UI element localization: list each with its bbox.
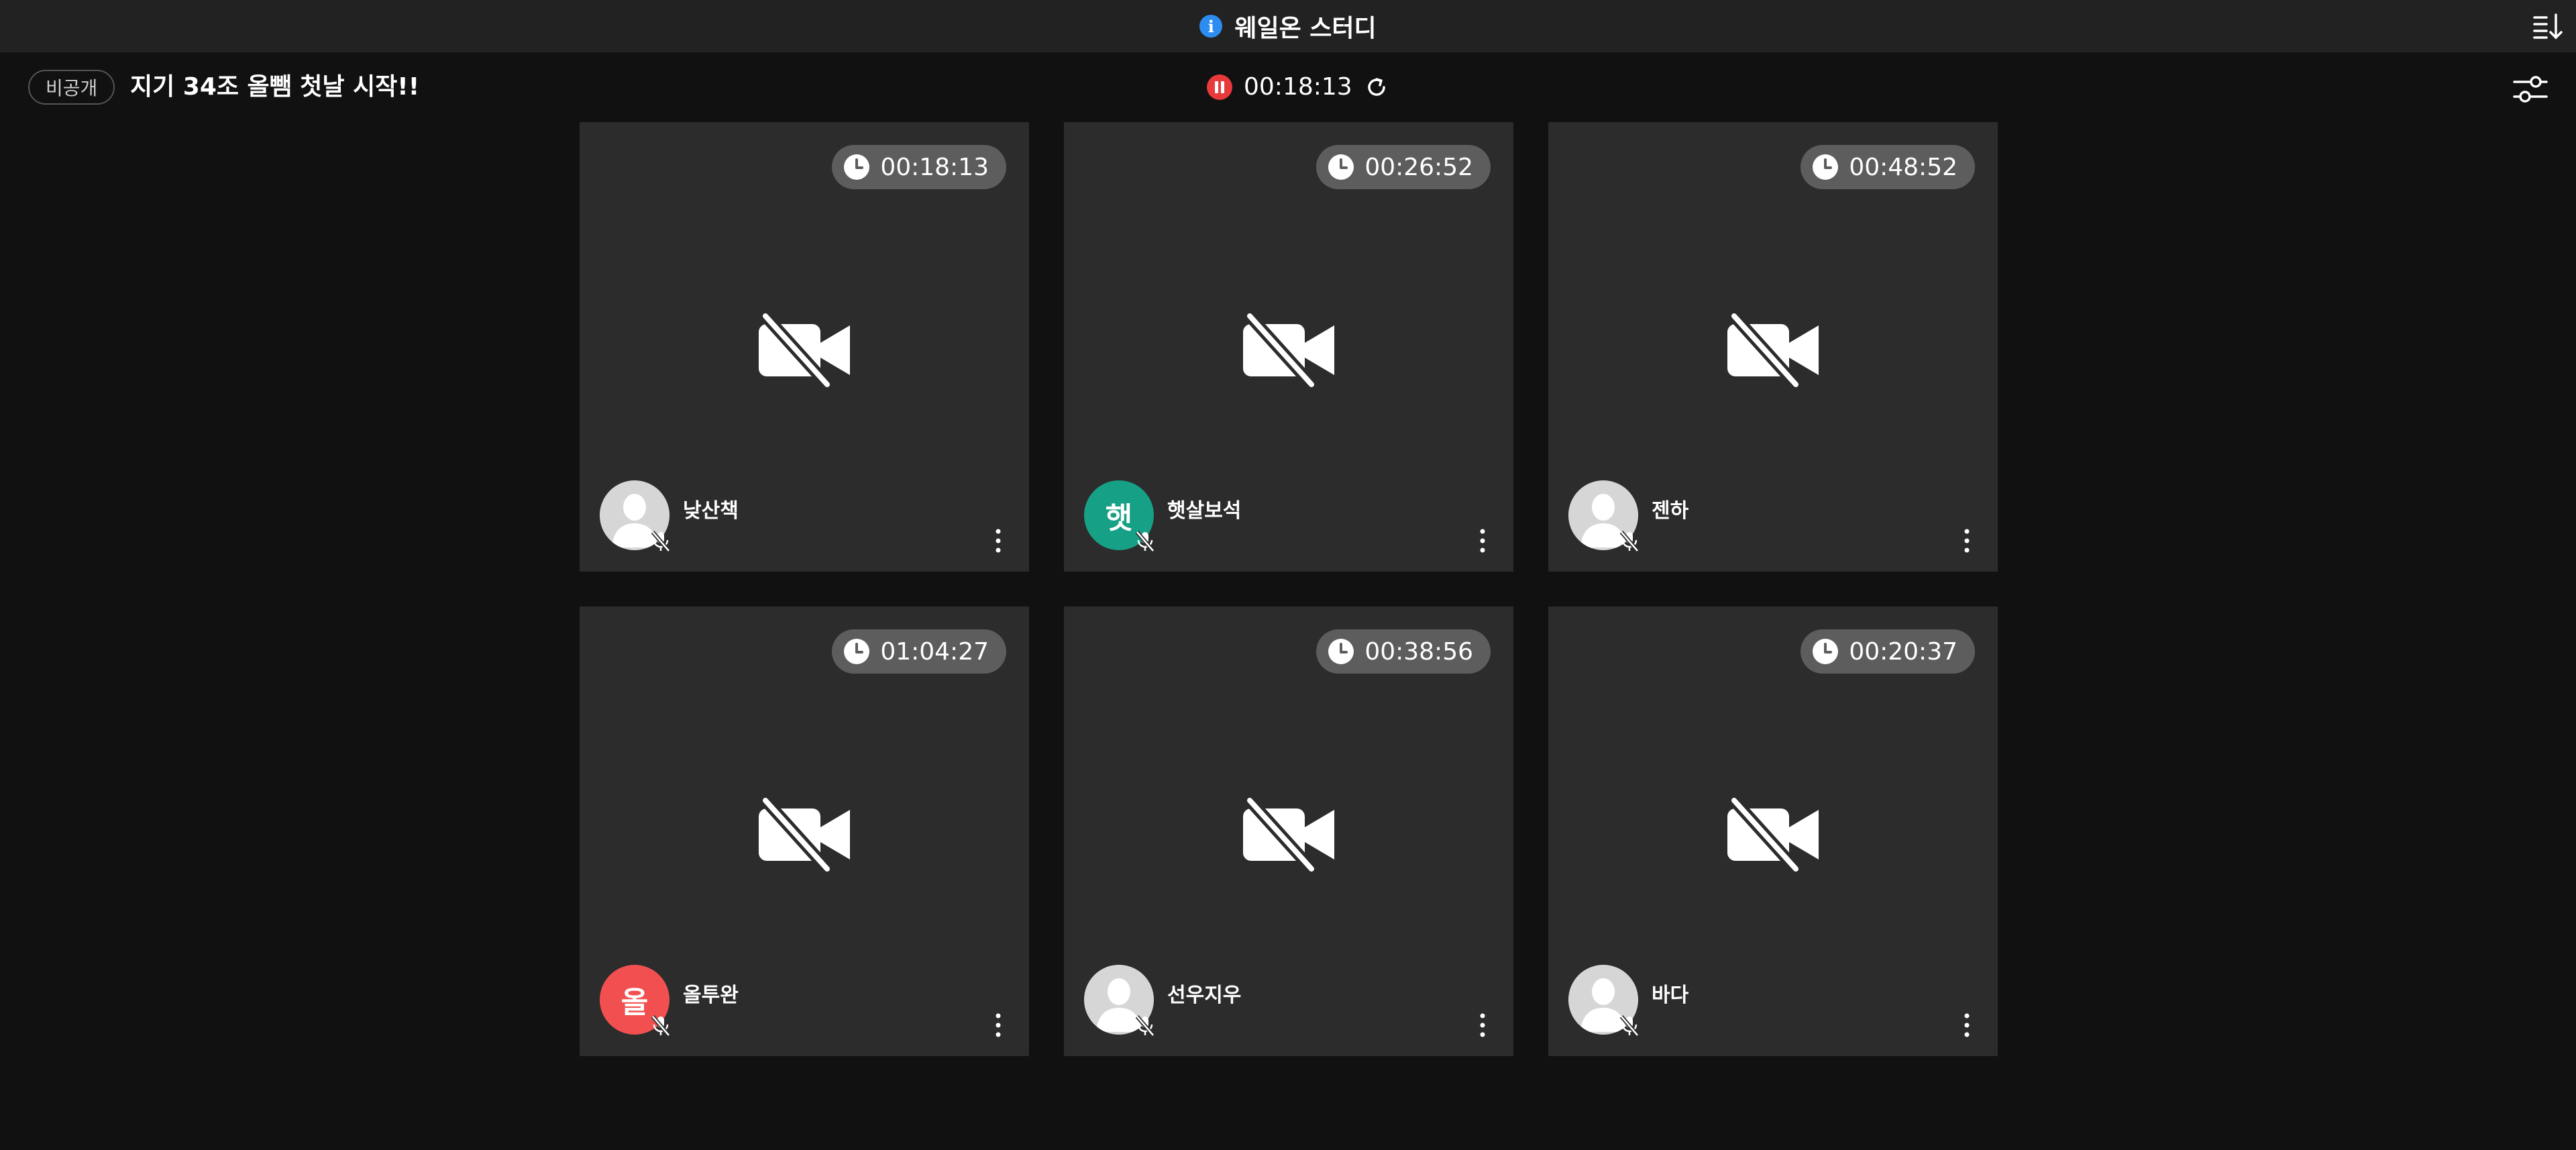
mic-off-icon [1619, 531, 1640, 552]
more-vertical-icon[interactable] [993, 527, 1004, 554]
sort-icon [2533, 13, 2563, 40]
participant-tile-5[interactable]: 00:38:56 선우지우 [1064, 607, 1513, 1056]
title-group: i 웨일온 스터디 [1199, 9, 1377, 44]
mic-off-icon [651, 1015, 671, 1037]
clock-icon [844, 154, 870, 180]
pause-icon[interactable] [1206, 74, 1233, 101]
study-time: 00:18:13 [880, 153, 989, 181]
camera-off-icon [1243, 798, 1334, 872]
clock-icon [1328, 639, 1354, 664]
participant-name: 낮산책 [683, 499, 739, 523]
refresh-icon[interactable] [1363, 74, 1390, 101]
more-vertical-icon[interactable] [1962, 527, 1972, 554]
more-vertical-icon[interactable] [1477, 1012, 1488, 1039]
mic-off-icon [1619, 1015, 1640, 1037]
room-bar: 비공개 지기 34조 올뺌 첫날 시작!! 00:18:13 [0, 52, 2576, 121]
clock-icon [1813, 639, 1839, 664]
participant-name: 올투완 [683, 984, 739, 1007]
study-time: 00:48:52 [1849, 153, 1957, 181]
participant-tile-4[interactable]: 01:04:27 올 올투완 [580, 607, 1029, 1056]
mic-off-icon [1135, 1015, 1155, 1037]
study-time: 00:20:37 [1849, 637, 1957, 666]
study-time-badge: 00:38:56 [1316, 629, 1491, 674]
study-time: 00:38:56 [1364, 637, 1473, 666]
study-time-badge: 00:20:37 [1801, 629, 1975, 674]
participant-tile-1[interactable]: 00:18:13 낮산책 [580, 122, 1029, 572]
more-vertical-icon[interactable] [1962, 1012, 1972, 1039]
participant-name: 선우지우 [1167, 984, 1242, 1007]
clock-icon [844, 639, 870, 664]
mic-off-icon [651, 531, 671, 552]
camera-off-icon [759, 313, 850, 387]
participant-name: 햇살보석 [1167, 499, 1242, 523]
study-time-badge: 00:26:52 [1316, 145, 1491, 189]
more-vertical-icon[interactable] [993, 1012, 1004, 1039]
participant-tile-6[interactable]: 00:20:37 바다 [1548, 607, 1998, 1056]
camera-off-icon [1727, 313, 1819, 387]
study-time: 00:26:52 [1364, 153, 1473, 181]
settings-button[interactable] [2512, 71, 2549, 109]
study-time-badge: 00:48:52 [1801, 145, 1975, 189]
camera-off-icon [759, 798, 850, 872]
study-time: 01:04:27 [880, 637, 989, 666]
study-time-badge: 00:18:13 [832, 145, 1006, 189]
sort-button[interactable] [2532, 11, 2563, 42]
camera-off-icon [1243, 313, 1334, 387]
participant-tile-2[interactable]: 00:26:52 햇 햇살보석 [1064, 122, 1513, 572]
room-title: 지기 34조 올뺌 첫날 시작!! [130, 73, 420, 101]
participant-name: 바다 [1652, 984, 1689, 1007]
visibility-badge: 비공개 [28, 70, 115, 105]
more-vertical-icon[interactable] [1477, 527, 1488, 554]
camera-off-icon [1727, 798, 1819, 872]
study-time-badge: 01:04:27 [832, 629, 1006, 674]
app-title: 웨일온 스터디 [1234, 15, 1377, 42]
participant-name: 젠하 [1652, 499, 1689, 523]
sliders-icon [2513, 76, 2548, 103]
participant-tile-3[interactable]: 00:48:52 젠하 [1548, 122, 1998, 572]
participant-grid: 00:18:13 낮산책 00:26:52 햇 햇살보석 00:48:52 젠하… [580, 122, 1998, 1056]
room-timer-value: 00:18:13 [1244, 73, 1352, 101]
room-timer: 00:18:13 [1206, 71, 1390, 103]
clock-icon [1813, 154, 1839, 180]
info-icon[interactable]: i [1199, 15, 1223, 38]
mic-off-icon [1135, 531, 1155, 552]
clock-icon [1328, 154, 1354, 180]
title-bar: i 웨일온 스터디 [0, 0, 2576, 52]
